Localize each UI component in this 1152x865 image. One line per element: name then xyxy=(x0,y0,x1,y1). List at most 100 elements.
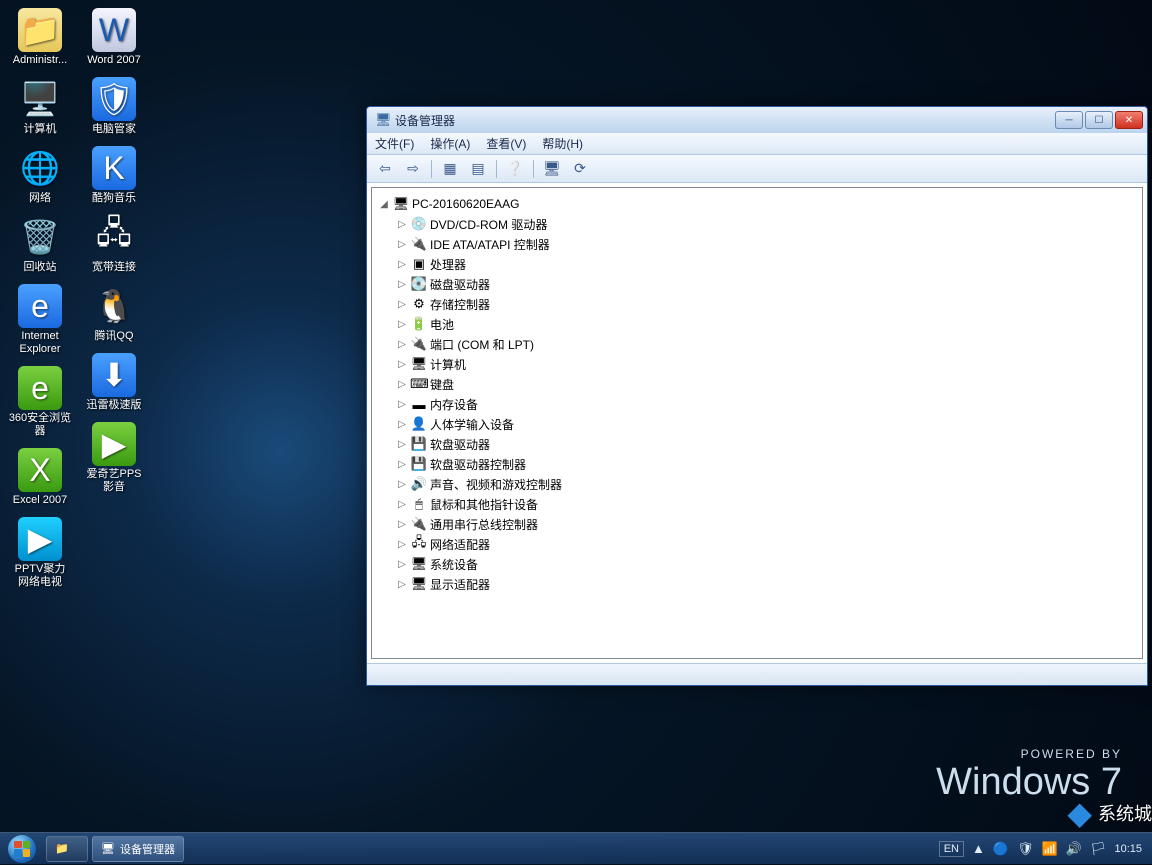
tree-hid[interactable]: ▷👤人体学输入设备 xyxy=(372,414,1142,434)
desktop-icon-kugou-icon: K xyxy=(92,146,136,190)
tree-system[interactable]: ▷🖥系统设备 xyxy=(372,554,1142,574)
tree-computer-expander[interactable]: ▷ xyxy=(396,359,408,370)
tree-battery-expander[interactable]: ▷ xyxy=(396,319,408,330)
tree-display[interactable]: ▷🖥显示适配器 xyxy=(372,574,1142,594)
desktop-icon-word-label: Word 2007 xyxy=(87,54,141,67)
tree-memory[interactable]: ▷▬内存设备 xyxy=(372,394,1142,414)
tree-floppy-ctrl-expander[interactable]: ▷ xyxy=(396,459,408,470)
tray-lang[interactable]: EN xyxy=(939,841,964,857)
tray-icon-0[interactable]: ▲ xyxy=(972,841,985,856)
desktop-icon-kugou-label: 酷狗音乐 xyxy=(92,192,136,205)
tree-usb[interactable]: ▷🔌通用串行总线控制器 xyxy=(372,514,1142,534)
tree-dvd-expander[interactable]: ▷ xyxy=(396,219,408,230)
desktop-icon-recycle-bin[interactable]: 🗑️回收站 xyxy=(8,215,72,274)
desktop-icon-360browser-icon: e xyxy=(18,366,62,410)
tree-hid-expander[interactable]: ▷ xyxy=(396,419,408,430)
forward-button[interactable]: ⇨ xyxy=(401,158,425,180)
menu-item-1[interactable]: 操作(A) xyxy=(430,135,470,152)
tree-network-expander[interactable]: ▷ xyxy=(396,539,408,550)
tree-disk-expander[interactable]: ▷ xyxy=(396,279,408,290)
help-button[interactable]: ❔ xyxy=(503,158,527,180)
desktop-icon-administrator-icon: 📁 xyxy=(18,8,62,52)
tree-keyboard-expander[interactable]: ▷ xyxy=(396,379,408,390)
desktop-icon-ie[interactable]: eInternet Explorer xyxy=(8,284,72,356)
tree-network-label: 网络适配器 xyxy=(430,536,490,553)
tray-icon-2[interactable]: 🛡 xyxy=(1017,841,1034,857)
desktop-icon-broadband-icon: 🖧 xyxy=(92,215,136,259)
menu-item-0[interactable]: 文件(F) xyxy=(375,135,414,152)
tree-ports-expander[interactable]: ▷ xyxy=(396,339,408,350)
tree-ports[interactable]: ▷🔌端口 (COM 和 LPT) xyxy=(372,334,1142,354)
taskbar-items: 📁 🖥设备管理器 xyxy=(44,836,186,862)
computer-icon: 🖥 xyxy=(392,196,410,212)
close-button[interactable]: ✕ xyxy=(1115,111,1143,129)
taskbar-devmgr[interactable]: 🖥设备管理器 xyxy=(92,836,184,862)
desktop-icon-360browser[interactable]: e360安全浏览器 xyxy=(8,366,72,438)
tree-sound[interactable]: ▷🔊声音、视频和游戏控制器 xyxy=(372,474,1142,494)
titlebar[interactable]: 🖥 设备管理器 ─ ☐ ✕ xyxy=(367,107,1147,133)
tree-memory-expander[interactable]: ▷ xyxy=(396,399,408,410)
tray-icon-4[interactable]: 🔊 xyxy=(1066,841,1082,857)
tree-network[interactable]: ▷🖧网络适配器 xyxy=(372,534,1142,554)
tree-display-label: 显示适配器 xyxy=(430,576,490,593)
refresh-button[interactable]: ⟳ xyxy=(568,158,592,180)
view-button[interactable]: ▦ xyxy=(438,158,462,180)
tree-dvd[interactable]: ▷💿DVD/CD-ROM 驱动器 xyxy=(372,214,1142,234)
desktop-icon-broadband-label: 宽带连接 xyxy=(92,261,136,274)
desktop-icon-kugou[interactable]: K 酷狗音乐 xyxy=(82,146,146,205)
desktop-icon-pcmanager[interactable]: 🛡电脑管家 xyxy=(82,77,146,136)
tree-keyboard[interactable]: ▷⌨键盘 xyxy=(372,374,1142,394)
tree-floppy[interactable]: ▷💾软盘驱动器 xyxy=(372,434,1142,454)
tree-computer-label: 计算机 xyxy=(430,356,466,373)
tree-disk[interactable]: ▷💽磁盘驱动器 xyxy=(372,274,1142,294)
desktop-icon-computer[interactable]: 🖥️计算机 xyxy=(8,77,72,136)
desktop-icon-xunlei[interactable]: ⬇迅雷极速版 xyxy=(82,353,146,412)
tree-dvd-icon: 💿 xyxy=(410,216,428,232)
menu-item-3[interactable]: 帮助(H) xyxy=(542,135,583,152)
tray-clock[interactable]: 10:15 xyxy=(1114,843,1142,855)
start-button[interactable] xyxy=(0,833,44,865)
tree-ide[interactable]: ▷🔌IDE ATA/ATAPI 控制器 xyxy=(372,234,1142,254)
tree-display-expander[interactable]: ▷ xyxy=(396,579,408,590)
device-tree[interactable]: ◢🖥PC-20160620EAAG▷💿DVD/CD-ROM 驱动器▷🔌IDE A… xyxy=(371,187,1143,659)
tree-usb-expander[interactable]: ▷ xyxy=(396,519,408,530)
desktop-icon-iqiyi[interactable]: ▶爱奇艺PPS影音 xyxy=(82,422,146,494)
desktop-icon-qq[interactable]: 🐧腾讯QQ xyxy=(82,284,146,343)
properties-button[interactable]: ▤ xyxy=(466,158,490,180)
tree-floppy-ctrl[interactable]: ▷💾软盘驱动器控制器 xyxy=(372,454,1142,474)
tree-floppy-expander[interactable]: ▷ xyxy=(396,439,408,450)
tray-icon-5[interactable]: 🏳 xyxy=(1090,841,1107,857)
root-label: PC-20160620EAAG xyxy=(412,197,519,211)
tree-storage-expander[interactable]: ▷ xyxy=(396,299,408,310)
tree-sound-expander[interactable]: ▷ xyxy=(396,479,408,490)
minimize-button[interactable]: ─ xyxy=(1055,111,1083,129)
tree-root[interactable]: ◢🖥PC-20160620EAAG xyxy=(372,194,1142,214)
tree-storage[interactable]: ▷⚙存储控制器 xyxy=(372,294,1142,314)
taskbar-explorer-icon: 📁 xyxy=(55,842,69,855)
tree-system-expander[interactable]: ▷ xyxy=(396,559,408,570)
desktop-icon-pptv[interactable]: ▶PPTV聚力 网络电视 xyxy=(8,517,72,589)
tree-usb-label: 通用串行总线控制器 xyxy=(430,516,538,533)
tree-ide-expander[interactable]: ▷ xyxy=(396,239,408,250)
tray-icon-3[interactable]: 📶 xyxy=(1042,841,1058,857)
menu-item-2[interactable]: 查看(V) xyxy=(486,135,526,152)
desktop-icon-excel[interactable]: XExcel 2007 xyxy=(8,448,72,507)
desktop-icon-network[interactable]: 🌐网络 xyxy=(8,146,72,205)
tree-mouse[interactable]: ▷🖱鼠标和其他指针设备 xyxy=(372,494,1142,514)
tree-cpu[interactable]: ▷▣处理器 xyxy=(372,254,1142,274)
tree-battery[interactable]: ▷🔋电池 xyxy=(372,314,1142,334)
tree-display-icon: 🖥 xyxy=(410,576,428,592)
desktop-icon-broadband[interactable]: 🖧 宽带连接 xyxy=(82,215,146,274)
root-expander[interactable]: ◢ xyxy=(378,199,390,210)
maximize-button[interactable]: ☐ xyxy=(1085,111,1113,129)
scan-button[interactable]: 🖥 xyxy=(540,158,564,180)
back-button[interactable]: ⇦ xyxy=(373,158,397,180)
desktop-icon-administrator[interactable]: 📁Administr... xyxy=(8,8,72,67)
desktop-icon-word[interactable]: WWord 2007 xyxy=(82,8,146,67)
taskbar-explorer[interactable]: 📁 xyxy=(46,836,88,862)
tree-cpu-expander[interactable]: ▷ xyxy=(396,259,408,270)
tray-icon-1[interactable]: 🔵 xyxy=(993,841,1009,857)
tree-computer[interactable]: ▷🖥计算机 xyxy=(372,354,1142,374)
tree-mouse-expander[interactable]: ▷ xyxy=(396,499,408,510)
desktop-icon-pcmanager-icon: 🛡 xyxy=(92,77,136,121)
